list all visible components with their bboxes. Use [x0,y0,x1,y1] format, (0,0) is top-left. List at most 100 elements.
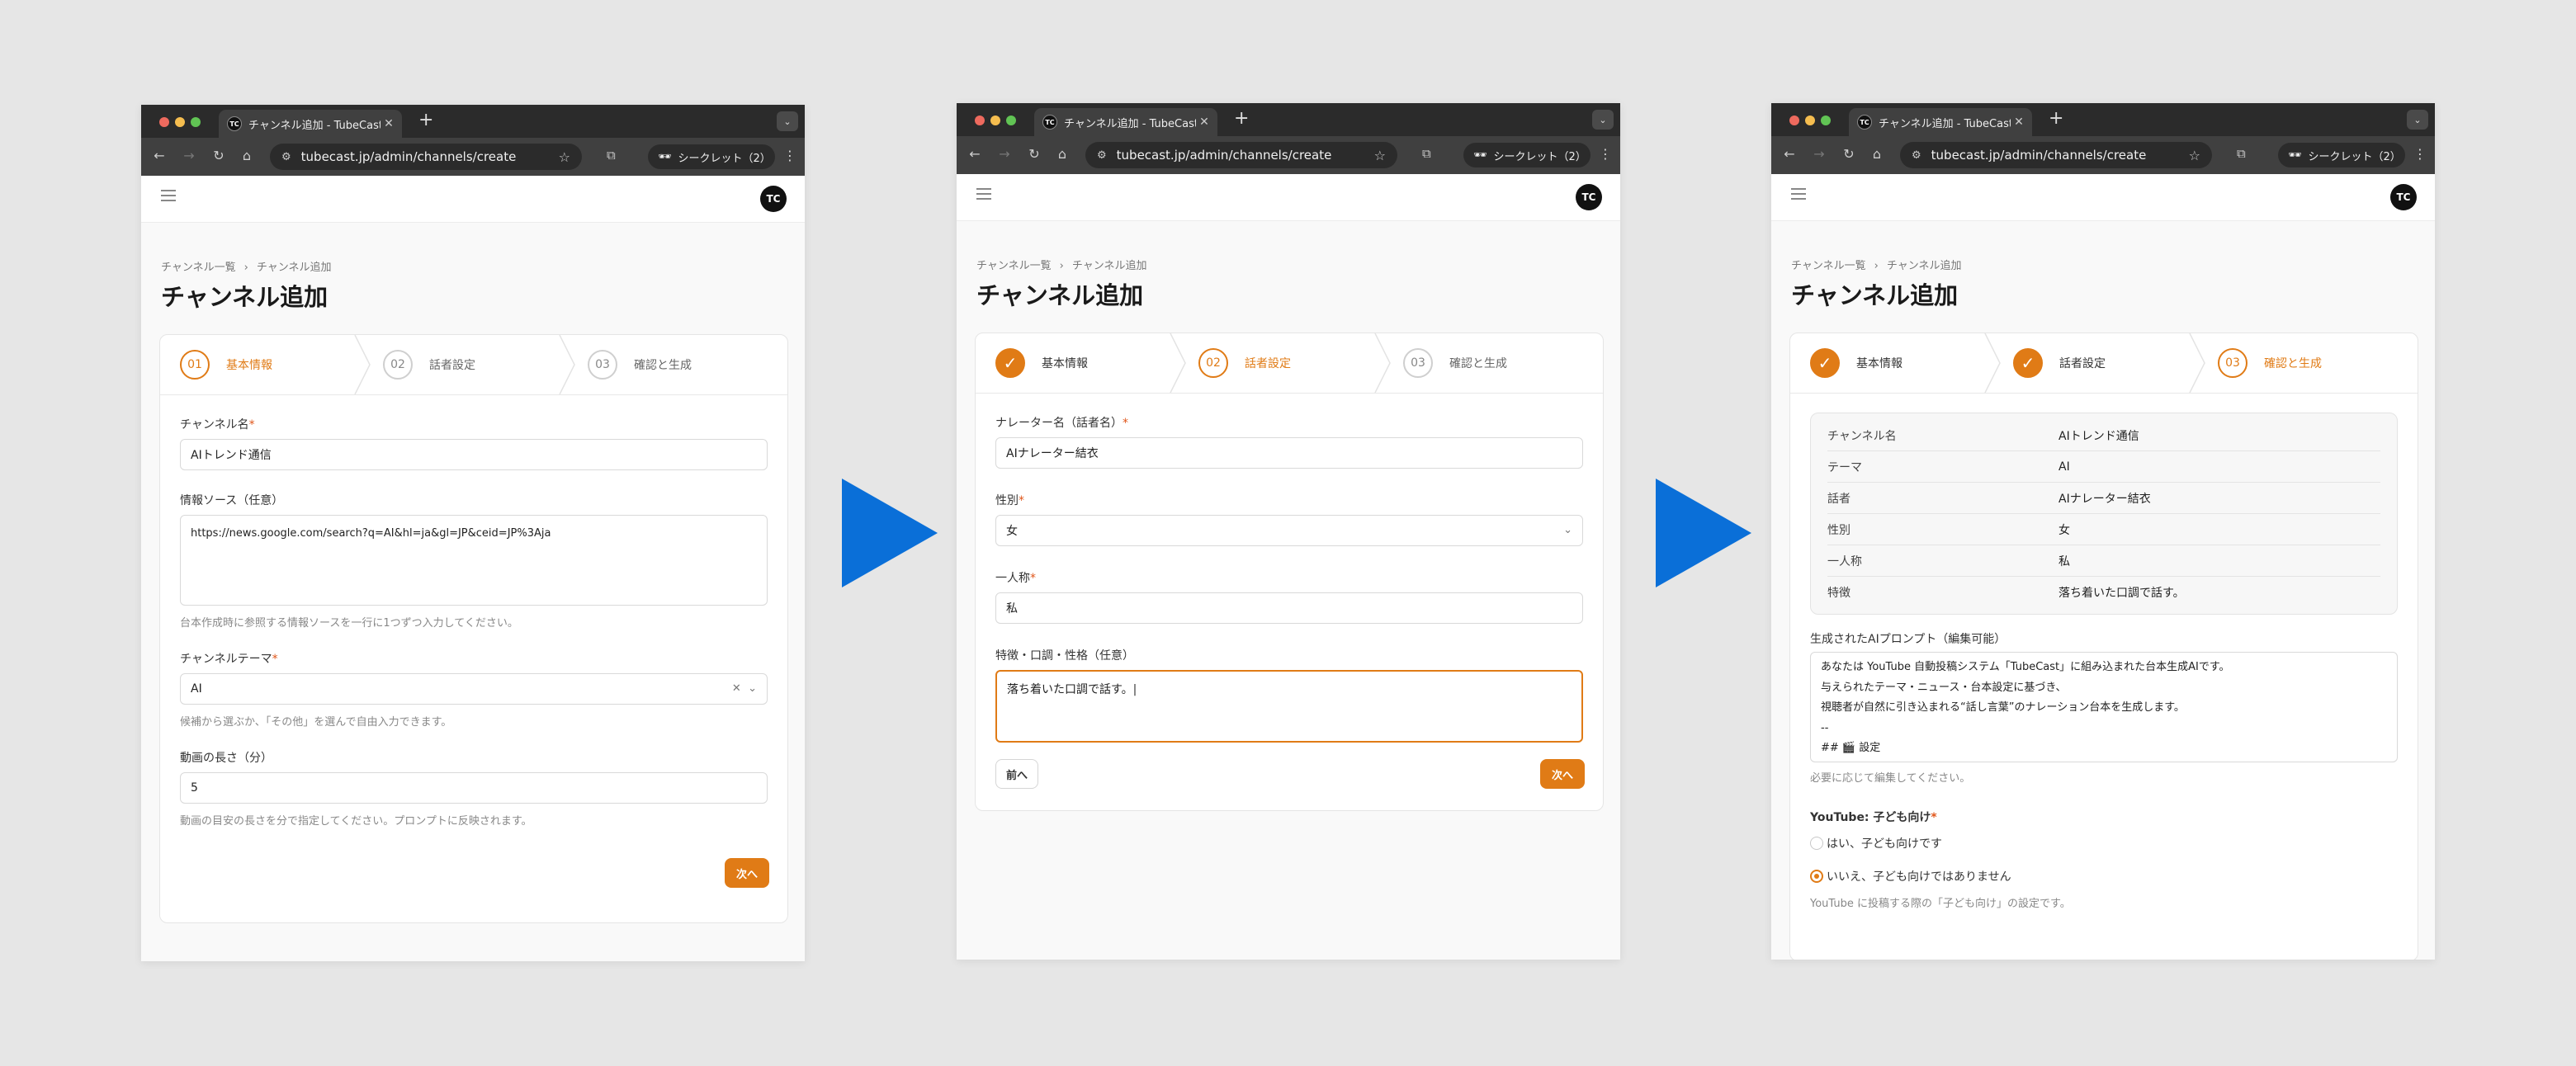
source-textarea[interactable]: https://news.google.com/search?q=AI&hl=j… [180,515,768,606]
address-bar[interactable]: ⚙ tubecast.jp/admin/channels/create ☆ [1085,142,1397,168]
channel-name-input[interactable]: AIトレンド通信 [180,439,768,470]
forward-icon[interactable]: → [1811,146,1827,162]
step-speaker-settings[interactable]: ✓ 話者設定 [2013,333,2106,393]
minimize-window-button[interactable] [990,116,1000,125]
step-confirm-generate[interactable]: 03 確認と生成 [1403,333,1507,393]
maximize-window-button[interactable] [191,117,201,127]
site-info-icon[interactable]: ⚙ [281,151,291,163]
home-icon[interactable]: ⌂ [1054,146,1071,162]
avatar[interactable]: TC [760,186,787,212]
reload-icon[interactable]: ↻ [210,148,227,163]
home-icon[interactable]: ⌂ [1869,146,1885,162]
close-tab-icon[interactable]: ✕ [1196,116,1212,129]
incognito-label: シークレット（2） [2308,150,2401,163]
breadcrumb-link-channels[interactable]: チャンネル一覧 [976,260,1052,272]
back-icon[interactable]: ← [1781,146,1798,162]
incognito-badge[interactable]: 🕶 シークレット（2） [1463,143,1591,167]
close-window-button[interactable] [1789,116,1799,125]
extensions-icon[interactable]: ⧉ [607,148,616,163]
breadcrumb-link-channels[interactable]: チャンネル一覧 [1791,260,1866,272]
minimize-window-button[interactable] [175,117,185,127]
bookmark-star-icon[interactable]: ☆ [559,149,570,165]
chevron-down-icon[interactable]: ⌄ [1563,524,1572,536]
pronoun-input[interactable]: 私 [995,592,1583,624]
avatar[interactable]: TC [1576,184,1602,210]
new-tab-icon[interactable]: + [418,111,433,130]
browser-tab[interactable]: TC チャンネル追加 - TubeCast ✕ [1849,108,2032,136]
radio-kids-yes[interactable] [1810,837,1823,850]
window-controls [1789,116,1831,125]
next-button[interactable]: 次へ [724,858,769,888]
step-confirm-generate[interactable]: 03 確認と生成 [588,335,692,394]
summary-value: AIナレーター結衣 [2058,492,2151,506]
tab-strip: TC チャンネル追加 - TubeCast ✕ + ⌄ [1771,103,2435,136]
hamburger-menu-icon[interactable] [1791,188,1806,200]
page-content: TC チャンネル一覧 › チャンネル追加 チャンネル追加 01 基本情報 02 話者… [141,176,805,961]
back-icon[interactable]: ← [967,146,983,162]
step-basic-info[interactable]: 01 基本情報 [180,335,272,394]
address-bar[interactable]: ⚙ tubecast.jp/admin/channels/create ☆ [1900,142,2212,168]
traits-textarea[interactable]: 落ち着いた口調で話す。| [995,670,1583,743]
close-window-button[interactable] [975,116,985,125]
prompt-textarea[interactable]: あなたは YouTube 自動投稿システム「TubeCast」に組み込まれた台本… [1810,652,2398,762]
prompt-line: あなたは YouTube 自動投稿システム「TubeCast」に組み込まれた台本… [1821,661,2230,673]
maximize-window-button[interactable] [1821,116,1831,125]
browser-menu-icon[interactable]: ⋮ [2413,146,2427,162]
clear-icon[interactable]: ✕ [732,682,741,695]
step-confirm-generate[interactable]: 03 確認と生成 [2218,333,2322,393]
step-speaker-settings[interactable]: 02 話者設定 [1198,333,1291,393]
radio-kids-no[interactable] [1810,870,1823,883]
kids-no-option[interactable]: いいえ、子ども向けではありません [1810,868,2011,884]
extensions-icon[interactable]: ⧉ [2237,146,2246,161]
breadcrumb-link-channels[interactable]: チャンネル一覧 [161,262,236,274]
length-input[interactable]: 5 [180,772,768,804]
browser-tab[interactable]: TC チャンネル追加 - TubeCast ✕ [219,110,402,138]
incognito-badge[interactable]: 🕶 シークレット（2） [2278,143,2405,167]
theme-select[interactable]: AI ✕ ⌄ [180,673,768,705]
gender-select[interactable]: 女 ⌄ [995,515,1583,546]
close-tab-icon[interactable]: ✕ [380,117,397,130]
home-icon[interactable]: ⌂ [239,148,255,163]
site-info-icon[interactable]: ⚙ [1912,149,1921,162]
maximize-window-button[interactable] [1006,116,1016,125]
bookmark-star-icon[interactable]: ☆ [2189,148,2200,163]
summary-key: 特徴 [1827,586,1850,600]
new-tab-icon[interactable]: + [1234,110,1249,128]
reload-icon[interactable]: ↻ [1026,146,1042,162]
hamburger-menu-icon[interactable] [161,190,176,201]
tab-search-icon[interactable]: ⌄ [777,111,798,131]
back-button[interactable]: 前へ [995,759,1039,789]
wizard-card: ✓ 基本情報 02 話者設定 03 確認と生成 ナレーター名（話者名）* AIナ… [975,333,1604,811]
chevron-down-icon[interactable]: ⌄ [748,682,757,695]
step-basic-info[interactable]: ✓ 基本情報 [1810,333,1902,393]
kids-yes-option[interactable]: はい、子ども向けです [1810,835,1942,851]
close-window-button[interactable] [159,117,169,127]
incognito-badge[interactable]: 🕶 シークレット（2） [648,144,775,169]
tab-search-icon[interactable]: ⌄ [1592,110,1614,130]
next-button[interactable]: 次へ [1539,759,1585,789]
browser-menu-icon[interactable]: ⋮ [1599,146,1612,162]
step-divider-icon [559,335,575,394]
tab-search-icon[interactable]: ⌄ [2407,110,2428,130]
forward-icon[interactable]: → [996,146,1013,162]
minimize-window-button[interactable] [1805,116,1815,125]
back-icon[interactable]: ← [151,148,168,163]
step-speaker-settings[interactable]: 02 話者設定 [383,335,475,394]
forward-icon[interactable]: → [181,148,197,163]
address-bar[interactable]: ⚙ tubecast.jp/admin/channels/create ☆ [270,144,582,170]
browser-menu-icon[interactable]: ⋮ [783,148,796,163]
reload-icon[interactable]: ↻ [1841,146,1857,162]
extensions-icon[interactable]: ⧉ [1422,146,1431,161]
avatar[interactable]: TC [2390,184,2417,210]
site-info-icon[interactable]: ⚙ [1097,149,1107,162]
bookmark-star-icon[interactable]: ☆ [1374,148,1386,163]
summary-key: 話者 [1827,492,1850,506]
step-basic-info[interactable]: ✓ 基本情報 [995,333,1088,393]
window-controls [159,117,201,127]
close-tab-icon[interactable]: ✕ [2011,116,2027,129]
wizard-card: 01 基本情報 02 話者設定 03 確認と生成 チャンネル名* AIトレンド通… [159,334,788,923]
new-tab-icon[interactable]: + [2049,110,2063,128]
browser-tab[interactable]: TC チャンネル追加 - TubeCast ✕ [1034,108,1217,136]
hamburger-menu-icon[interactable] [976,188,991,200]
narrator-name-input[interactable]: AIナレーター結衣 [995,437,1583,469]
